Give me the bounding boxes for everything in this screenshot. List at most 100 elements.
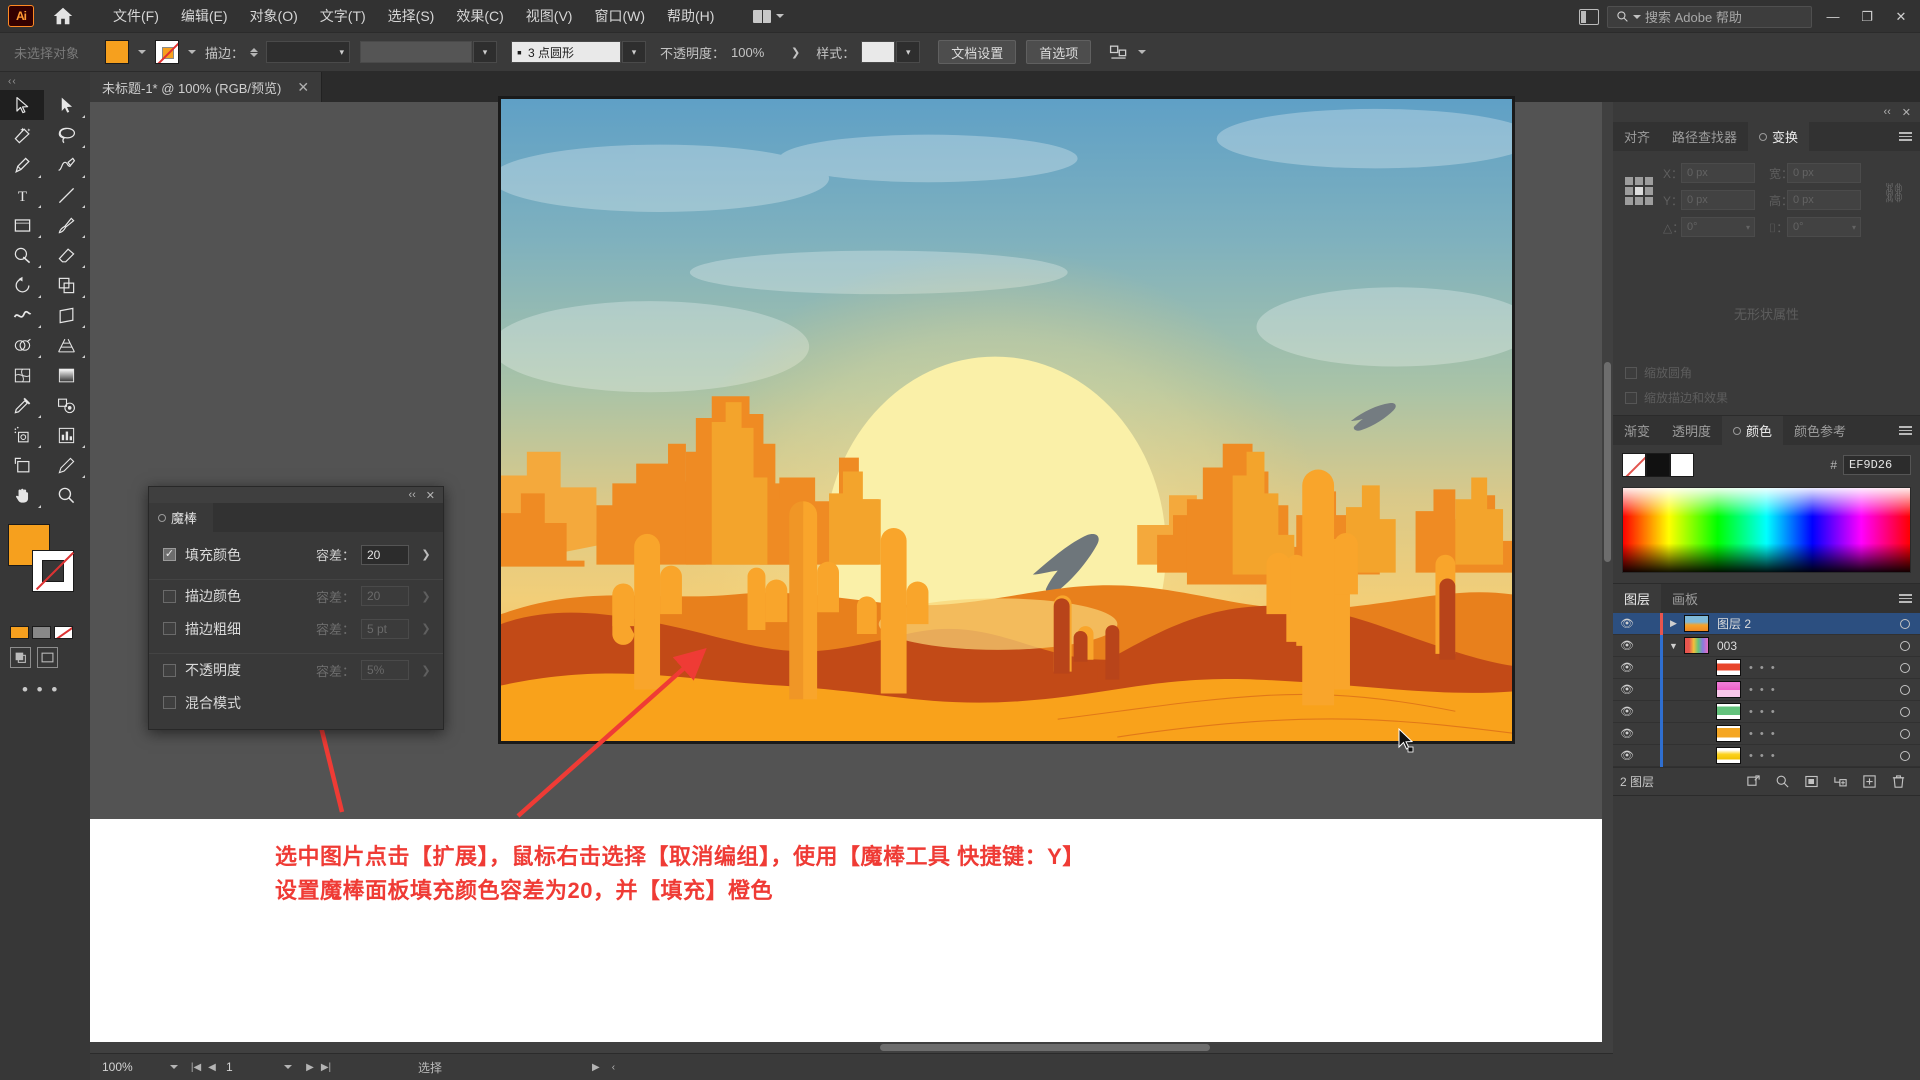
target-indicator[interactable] bbox=[1890, 706, 1920, 717]
zoom-level-input[interactable]: 100% bbox=[98, 1058, 160, 1076]
canvas-vertical-scrollbar[interactable] bbox=[1602, 102, 1613, 1042]
collapse-icon[interactable]: ‹‹ bbox=[1883, 106, 1890, 118]
preferences-button[interactable]: 首选项 bbox=[1026, 40, 1092, 64]
menu-item-object[interactable]: 对象(O) bbox=[239, 2, 309, 30]
magic-wand-panel[interactable]: ‹‹ ✕ 魔棒 填充颜色 容差： 20 ❯ 描边颜色 bbox=[148, 486, 444, 730]
constrain-proportions-icon[interactable]: ⛓ bbox=[1882, 181, 1906, 205]
chevron-down-icon[interactable] bbox=[138, 50, 147, 54]
none-button[interactable] bbox=[54, 626, 73, 639]
toolbar-stroke-swatch[interactable] bbox=[32, 550, 74, 592]
scale-strokes-effects-option[interactable]: 缩放描边和效果 bbox=[1625, 389, 1920, 406]
graphic-style-dropdown[interactable]: ▾ bbox=[896, 41, 921, 63]
tab-magic-wand[interactable]: 魔棒 bbox=[149, 503, 214, 532]
color-button[interactable] bbox=[10, 626, 29, 639]
window-close-button[interactable]: ✕ bbox=[1888, 6, 1914, 28]
magic-wand-tool[interactable] bbox=[0, 120, 44, 150]
search-input[interactable]: 搜索 Adobe 帮助 bbox=[1645, 7, 1742, 26]
create-new-layer-icon[interactable] bbox=[1855, 770, 1884, 794]
zoom-tool[interactable] bbox=[44, 480, 88, 510]
brush-definition-field[interactable]: ▪ 3 点圆形 bbox=[511, 41, 622, 63]
hex-input[interactable]: EF9D26 bbox=[1843, 455, 1911, 475]
first-artboard-icon[interactable]: |◀ bbox=[188, 1062, 204, 1073]
lasso-tool[interactable] bbox=[44, 120, 88, 150]
arrange-documents-button[interactable] bbox=[747, 7, 790, 26]
scale-corners-option[interactable]: 缩放圆角 bbox=[1625, 364, 1920, 381]
stroke-profile-field[interactable] bbox=[360, 41, 473, 63]
layer-name[interactable]: • • • bbox=[1749, 750, 1890, 762]
gradient-button[interactable] bbox=[32, 626, 51, 639]
canvas-horizontal-scrollbar[interactable] bbox=[90, 1042, 1613, 1053]
next-artboard-icon[interactable]: ▶ bbox=[302, 1062, 318, 1073]
blend-tool[interactable] bbox=[44, 390, 88, 420]
pen-tool[interactable] bbox=[0, 150, 44, 180]
type-tool[interactable]: T bbox=[0, 180, 44, 210]
menu-item-help[interactable]: 帮助(H) bbox=[656, 2, 725, 30]
layer-row-layer2[interactable]: 👁 ▶ 图层 2 bbox=[1613, 612, 1920, 635]
document-setup-button[interactable]: 文档设置 bbox=[938, 40, 1017, 64]
none-swatch[interactable] bbox=[1622, 453, 1646, 477]
stroke-profile-dropdown[interactable]: ▾ bbox=[473, 41, 498, 63]
opacity-checkbox[interactable] bbox=[163, 663, 176, 677]
opacity-tolerance-input[interactable]: 5% bbox=[361, 660, 409, 680]
transform-angle-input[interactable]: 0° ▾ bbox=[1681, 217, 1755, 237]
menu-item-view[interactable]: 视图(V) bbox=[515, 2, 584, 30]
tab-transparency[interactable]: 透明度 bbox=[1661, 416, 1722, 445]
magic-wand-row-stroke-color[interactable]: 描边颜色 容差： 20 ❯ bbox=[149, 579, 443, 612]
layer-row-sublayer-4[interactable]: 👁 • • • bbox=[1613, 722, 1920, 745]
document-tab[interactable]: 未标题-1* @ 100% (RGB/预览) ✕ bbox=[90, 72, 323, 102]
chevron-down-icon[interactable] bbox=[188, 50, 197, 54]
stroke-weight-stepper[interactable] bbox=[250, 47, 259, 57]
visibility-icon[interactable]: 👁 bbox=[1613, 683, 1641, 696]
fill-color-checkbox[interactable] bbox=[163, 548, 176, 561]
visibility-icon[interactable]: 👁 bbox=[1613, 661, 1641, 674]
layer-name[interactable]: • • • bbox=[1749, 728, 1890, 740]
fill-tolerance-arrow-icon[interactable]: ❯ bbox=[415, 545, 437, 565]
search-box[interactable]: 搜索 Adobe 帮助 bbox=[1607, 5, 1812, 28]
target-indicator[interactable] bbox=[1890, 684, 1920, 695]
stroke-color-tolerance-input[interactable]: 20 bbox=[361, 586, 409, 606]
artboard-tool[interactable] bbox=[0, 450, 44, 480]
target-indicator[interactable] bbox=[1890, 662, 1920, 673]
slice-tool[interactable] bbox=[44, 450, 88, 480]
make-clipping-mask-icon[interactable] bbox=[1797, 770, 1826, 794]
shape-builder-tool[interactable] bbox=[0, 330, 44, 360]
transform-x-input[interactable]: 0 px bbox=[1681, 163, 1755, 183]
layer-row-003[interactable]: 👁 ▼ 003 bbox=[1613, 634, 1920, 657]
chevron-down-icon[interactable] bbox=[1138, 50, 1147, 54]
layer-name[interactable]: 图层 2 bbox=[1717, 615, 1890, 632]
layer-name[interactable]: • • • bbox=[1749, 662, 1890, 674]
create-sublayer-icon[interactable] bbox=[1826, 770, 1855, 794]
transform-h-input[interactable]: 0 px bbox=[1787, 190, 1861, 210]
fill-tolerance-input[interactable]: 20 bbox=[361, 544, 409, 565]
mesh-tool[interactable] bbox=[0, 360, 44, 390]
scale-tool[interactable] bbox=[44, 270, 88, 300]
visibility-icon[interactable]: 👁 bbox=[1613, 617, 1641, 630]
artboard-number-input[interactable]: 1 bbox=[220, 1058, 274, 1076]
menu-item-select[interactable]: 选择(S) bbox=[377, 2, 446, 30]
opacity-value[interactable]: 100% bbox=[731, 45, 777, 60]
target-indicator[interactable] bbox=[1890, 618, 1920, 629]
home-icon[interactable] bbox=[46, 2, 80, 30]
stroke-color-swatch[interactable] bbox=[155, 40, 180, 64]
tab-color-guide[interactable]: 颜色参考 bbox=[1783, 416, 1857, 445]
workspace-panel-toggle-icon[interactable] bbox=[1579, 8, 1599, 25]
last-artboard-icon[interactable]: ▶| bbox=[318, 1062, 334, 1073]
gradient-tool[interactable] bbox=[44, 360, 88, 390]
symbol-sprayer-tool[interactable] bbox=[0, 420, 44, 450]
perspective-grid-tool[interactable] bbox=[44, 330, 88, 360]
tab-color[interactable]: 颜色 bbox=[1722, 416, 1784, 445]
tab-layers[interactable]: 图层 bbox=[1613, 584, 1662, 613]
shaper-tool[interactable] bbox=[0, 240, 44, 270]
magic-wand-row-fill-color[interactable]: 填充颜色 容差： 20 ❯ bbox=[149, 538, 443, 571]
opacity-tolerance-arrow-icon[interactable]: ❯ bbox=[415, 660, 437, 680]
curvature-tool[interactable] bbox=[44, 150, 88, 180]
magic-wand-row-blending-mode[interactable]: 混合模式 bbox=[149, 686, 443, 719]
layer-row-sublayer-3[interactable]: 👁 • • • bbox=[1613, 700, 1920, 723]
chevron-right-icon[interactable]: ▶ bbox=[1663, 618, 1684, 629]
stroke-weight-tolerance-input[interactable]: 5 pt bbox=[361, 618, 409, 639]
scale-corners-checkbox[interactable] bbox=[1625, 366, 1637, 379]
locate-object-icon[interactable] bbox=[1739, 770, 1768, 794]
visibility-icon[interactable]: 👁 bbox=[1613, 705, 1641, 718]
line-segment-tool[interactable] bbox=[44, 180, 88, 210]
eraser-tool[interactable] bbox=[44, 240, 88, 270]
